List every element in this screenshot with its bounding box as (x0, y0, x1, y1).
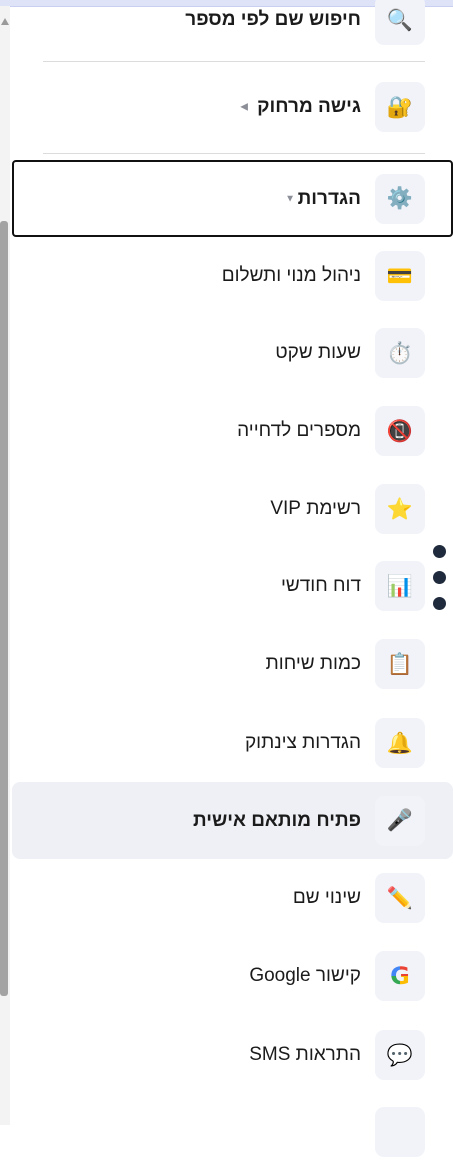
menu-item-label: מספרים לדחייה (237, 420, 361, 441)
menu-item-partial[interactable] (12, 1099, 453, 1167)
menu-item-label: הגדרות צינתוק (244, 732, 361, 753)
menu-item-label: הגדרות (297, 187, 361, 209)
menu-item-label: כמות שיחות (265, 653, 361, 674)
menu-item-label: קישור Google (249, 965, 361, 986)
menu-item-call-count[interactable]: 📋 כמות שיחות (12, 630, 453, 698)
no-phone-icon: 📵 (375, 406, 425, 456)
expand-arrow-icon: ◀ (240, 101, 248, 113)
pencil-icon: ✏️ (375, 873, 425, 923)
menu-item-google-link[interactable]: G קישור Google (12, 942, 453, 1010)
credit-card-icon: 💳 (375, 251, 425, 301)
speech-bubble-icon: 💬 (375, 1030, 425, 1080)
menu-item-label: חיפוש שם לפי מספר (185, 9, 361, 30)
gear-icon: ⚙️ (375, 173, 425, 224)
menu-item-subscription[interactable]: 💳 ניהול מנוי ותשלום (12, 242, 453, 310)
more-options-icon[interactable] (433, 545, 447, 623)
stopwatch-icon: ⏱️ (375, 328, 425, 378)
menu-item-label: דוח חודשי (280, 575, 361, 596)
divider (43, 153, 425, 154)
menu-item-label: רשימת VIP (270, 498, 361, 519)
star-icon: ⭐ (375, 484, 425, 534)
menu-item-blocked-numbers[interactable]: 📵 מספרים לדחייה (12, 397, 453, 465)
settings-menu: 🔍 חיפוש שם לפי מספר 🔐 גישה מרחוק ◀ ⚙️ הג… (0, 0, 453, 1157)
magnifier-icon: 🔍 (375, 0, 425, 45)
menu-item-quiet-hours[interactable]: ⏱️ שעות שקט (12, 319, 453, 387)
clipboard-icon: 📋 (375, 639, 425, 689)
menu-item-label: פתיח מותאם אישית (192, 809, 361, 831)
menu-item-label: שינוי שם (292, 887, 361, 908)
menu-item-label: גישה מרחוק (257, 96, 361, 117)
menu-item-label: התראות SMS (249, 1044, 361, 1065)
menu-item-monthly-report[interactable]: 📊 דוח חודשי (12, 552, 453, 620)
menu-item-caller-lookup[interactable]: 🔍 חיפוש שם לפי מספר (12, 0, 453, 54)
menu-item-custom-greeting[interactable]: 🎤 פתיח מותאם אישית (12, 782, 453, 859)
menu-item-label: שעות שקט (275, 342, 361, 363)
bar-chart-icon: 📊 (375, 561, 425, 611)
menu-item-ping-settings[interactable]: 🔔 הגדרות צינתוק (12, 709, 453, 777)
menu-item-rename[interactable]: ✏️ שינוי שם (12, 864, 453, 932)
menu-item-label: ניהול מנוי ותשלום (221, 265, 361, 286)
bell-icon: 🔔 (375, 718, 425, 768)
menu-item-remote-access[interactable]: 🔐 גישה מרחוק ◀ (12, 73, 453, 141)
microphone-icon: 🎤 (375, 795, 425, 846)
chevron-down-icon: ▼ (285, 193, 295, 204)
lock-key-icon: 🔐 (375, 82, 425, 132)
menu-item-sms-alerts[interactable]: 💬 התראות SMS (12, 1021, 453, 1089)
menu-item-vip-list[interactable]: ⭐ רשימת VIP (12, 475, 453, 543)
menu-item-settings[interactable]: ⚙️ הגדרות ▼ (12, 160, 453, 237)
menu-item-icon-partial (375, 1107, 425, 1157)
divider (43, 61, 425, 62)
google-icon: G (375, 951, 425, 1001)
